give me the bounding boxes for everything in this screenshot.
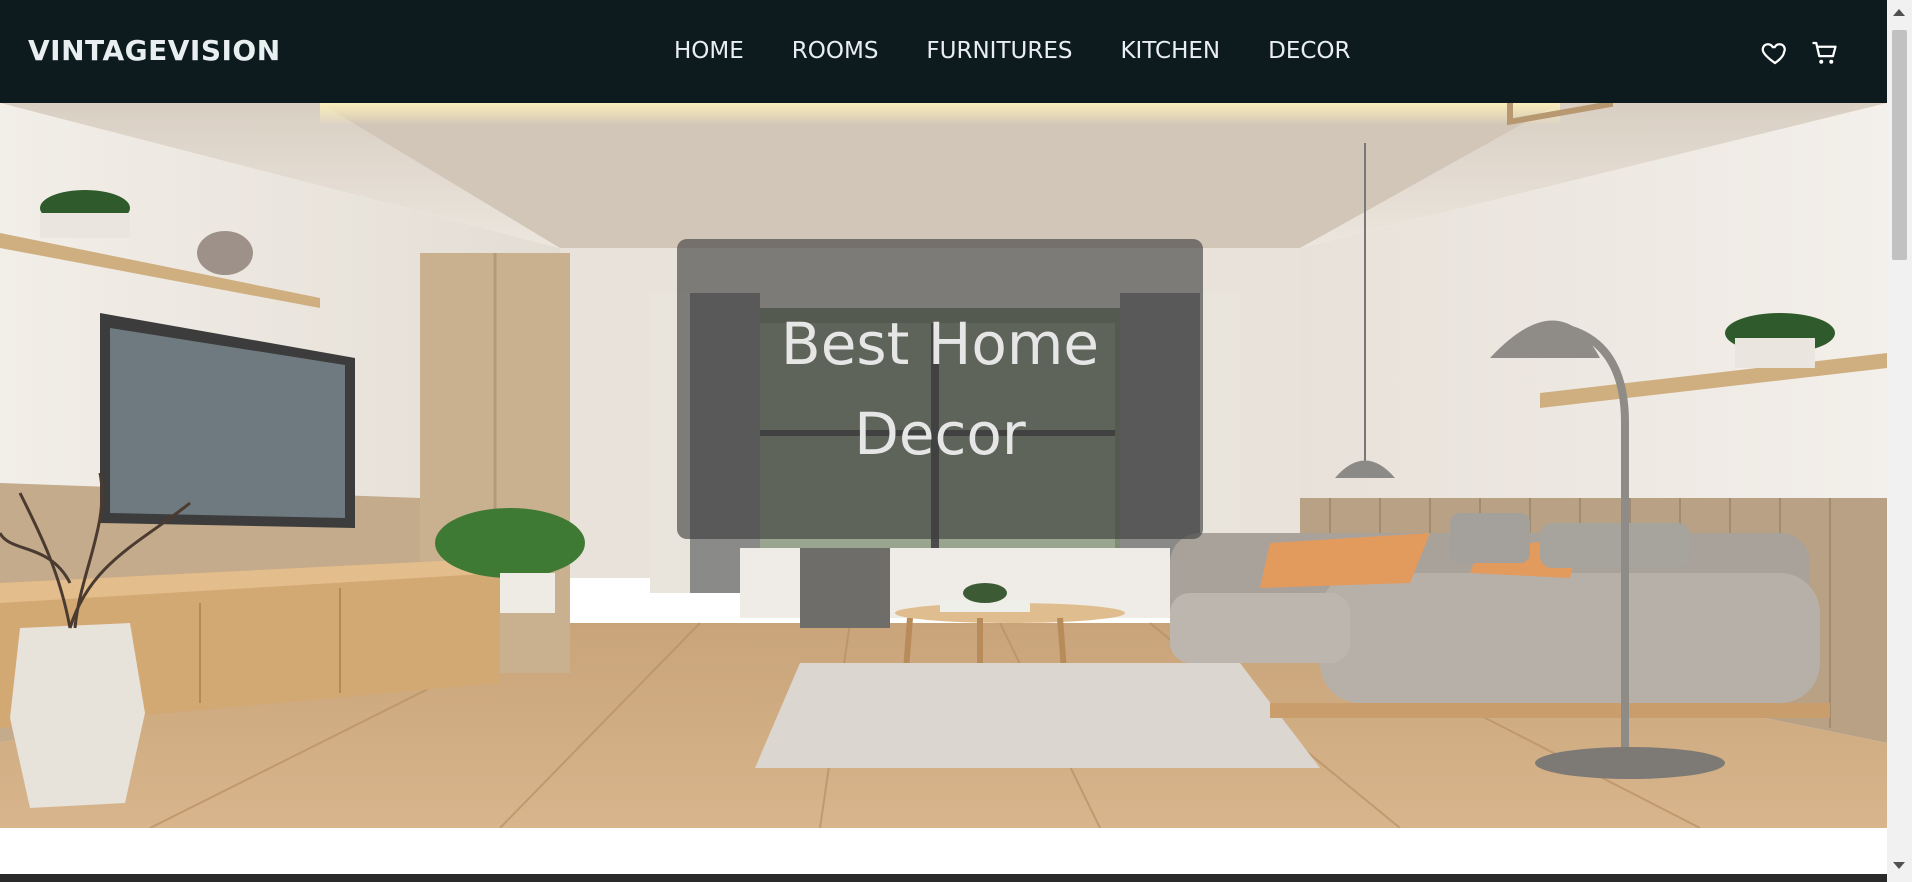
scroll-down-arrow-icon[interactable] (1893, 862, 1905, 869)
nav-rooms[interactable]: ROOMS (792, 38, 879, 64)
top-navbar: VINTAGEVISION HOME ROOMS FURNITURES KITC… (0, 0, 1887, 103)
main-nav: HOME ROOMS FURNITURES KITCHEN DECOR (674, 38, 1399, 64)
nav-kitchen[interactable]: KITCHEN (1120, 38, 1220, 64)
nav-icons (1760, 38, 1840, 68)
hero-banner: Best Home Decor (0, 103, 1887, 828)
hero-overlay: Best Home Decor (677, 239, 1203, 539)
page-scrollbar[interactable] (1887, 0, 1912, 882)
nav-home[interactable]: HOME (674, 38, 744, 64)
cart-icon[interactable] (1810, 38, 1840, 68)
brand-logo[interactable]: VINTAGEVISION (28, 34, 281, 67)
scroll-up-arrow-icon[interactable] (1893, 9, 1905, 16)
hero-title: Best Home Decor (780, 310, 1100, 468)
nav-furnitures[interactable]: FURNITURES (926, 38, 1072, 64)
heart-icon[interactable] (1760, 38, 1790, 68)
bottom-edge (0, 874, 1887, 882)
content-start (0, 828, 1887, 874)
scroll-thumb[interactable] (1892, 30, 1907, 260)
nav-decor[interactable]: DECOR (1268, 38, 1350, 64)
